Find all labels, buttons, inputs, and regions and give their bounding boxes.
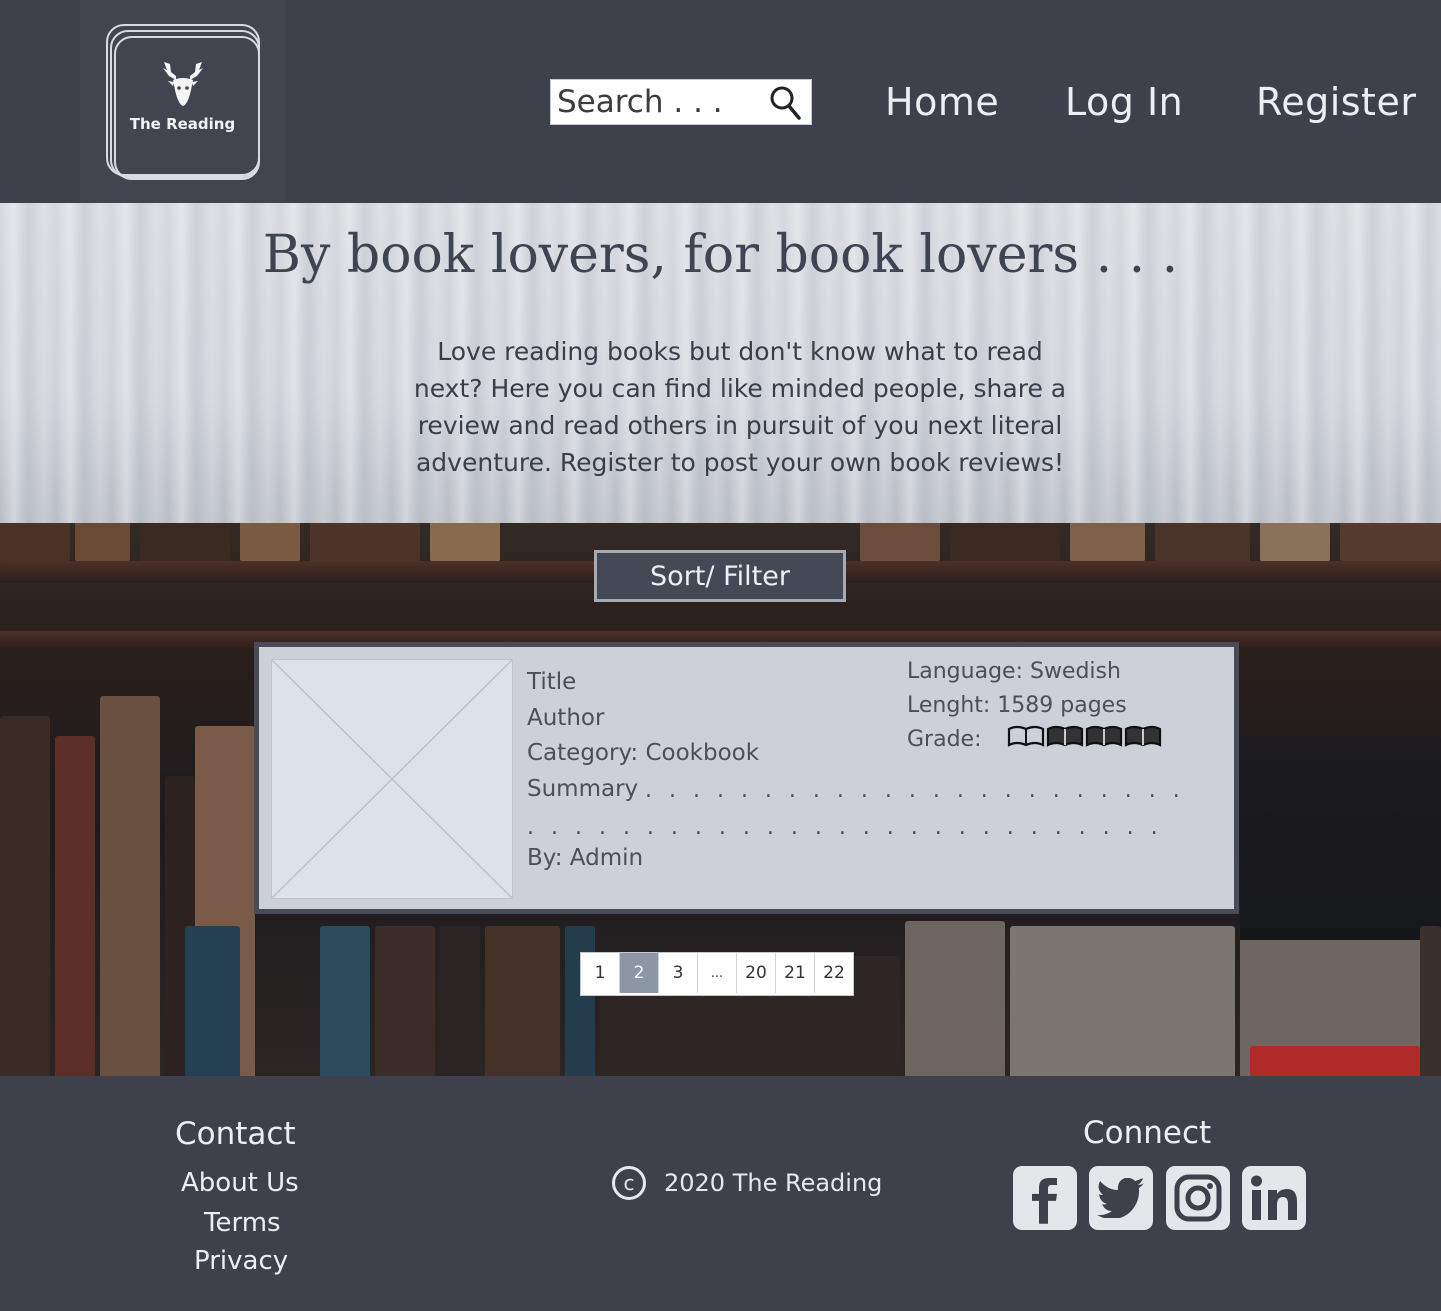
copyright-text: 2020 The Reading [664,1169,883,1197]
book-spine [55,736,95,1076]
book-spine [75,523,130,561]
review-author: Author [527,705,605,731]
book-spine [860,523,940,561]
review-card[interactable]: Title Author Category: Cookbook Summary … [254,642,1239,914]
review-summary-label: Summary [527,776,639,802]
review-title: Title [527,669,577,695]
copyright: c 2020 The Reading [612,1166,882,1200]
book-spine [140,523,230,561]
page-button-21[interactable]: 21 [776,953,815,993]
book-spine [1010,926,1235,1076]
book-cover-placeholder [271,659,513,899]
site-header: The Reading Home Log In Register [0,0,1441,203]
pagination: 1 2 3 ... 20 21 22 [580,952,854,996]
review-language: Language: Swedish [907,659,1121,684]
page-button-2[interactable]: 2 [620,953,659,993]
book-spine [1420,926,1441,1076]
book-spine [485,926,560,1076]
logo-frame [114,36,260,180]
book-spine [950,523,1060,561]
book-spine [1340,523,1441,561]
search-input[interactable] [551,80,762,124]
review-grade-label: Grade: [907,727,982,752]
book-spine [1260,523,1330,561]
review-category: Category: Cookbook [527,740,760,766]
book-spine [240,523,300,561]
book-rating-icon [1085,725,1123,747]
page-ellipsis: ... [698,953,737,993]
book-spine [440,926,480,1076]
terms-link[interactable]: Terms [204,1208,281,1238]
logo[interactable]: The Reading [80,0,285,203]
book-spine [1070,523,1145,561]
book-spine [0,716,50,1076]
nav-home-link[interactable]: Home [885,80,999,124]
book-spine [375,926,435,1076]
hero-banner: By book lovers, for book lovers . . . Lo… [0,203,1441,523]
about-us-link[interactable]: About Us [181,1168,299,1198]
book-spine [310,523,420,561]
book-spine [905,921,1005,1076]
hero-description: Love reading books but don't know what t… [413,337,1067,477]
linkedin-icon[interactable] [1242,1166,1306,1230]
facebook-icon[interactable] [1013,1166,1077,1230]
summary-dots: . . . . . . . . . . . . . . . . . . . . … [527,815,1177,840]
book-spine [0,523,70,561]
deer-icon [163,62,203,106]
book-spine [185,926,240,1076]
page-button-1[interactable]: 1 [581,953,620,993]
copyright-icon: c [612,1166,646,1200]
twitter-icon[interactable] [1089,1166,1153,1230]
hero-title: By book lovers, for book lovers . . . [262,225,1179,285]
privacy-link[interactable]: Privacy [194,1246,288,1276]
nav-register-link[interactable]: Register [1256,80,1416,124]
page-button-22[interactable]: 22 [815,953,853,993]
book-spine [1155,523,1250,561]
review-length: Lenght: 1589 pages [907,693,1127,718]
logo-text: The Reading [129,115,236,133]
contact-heading: Contact [175,1116,296,1152]
book-spine [100,696,160,1076]
book-spine [565,926,595,1076]
search-icon[interactable] [769,85,803,121]
instagram-icon[interactable] [1166,1166,1230,1230]
sort-filter-button[interactable]: Sort/ Filter [594,550,846,602]
review-by: By: Admin [527,845,644,871]
search-box [550,79,812,125]
book-rating-icon [1124,725,1162,747]
image-placeholder-icon [271,659,513,899]
book-spine [1240,736,1441,1076]
summary-dots: . . . . . . . . . . . . . . . . . . . . … [645,778,1185,803]
book-rating-icon [1007,725,1045,747]
book-spine [430,523,500,561]
nav-login-link[interactable]: Log In [1065,80,1183,124]
book-rating-icon [1046,725,1084,747]
grade-rating [1007,725,1162,747]
connect-heading: Connect [1083,1115,1212,1151]
page-button-20[interactable]: 20 [737,953,776,993]
book-spine [320,926,370,1076]
page-button-3[interactable]: 3 [659,953,698,993]
